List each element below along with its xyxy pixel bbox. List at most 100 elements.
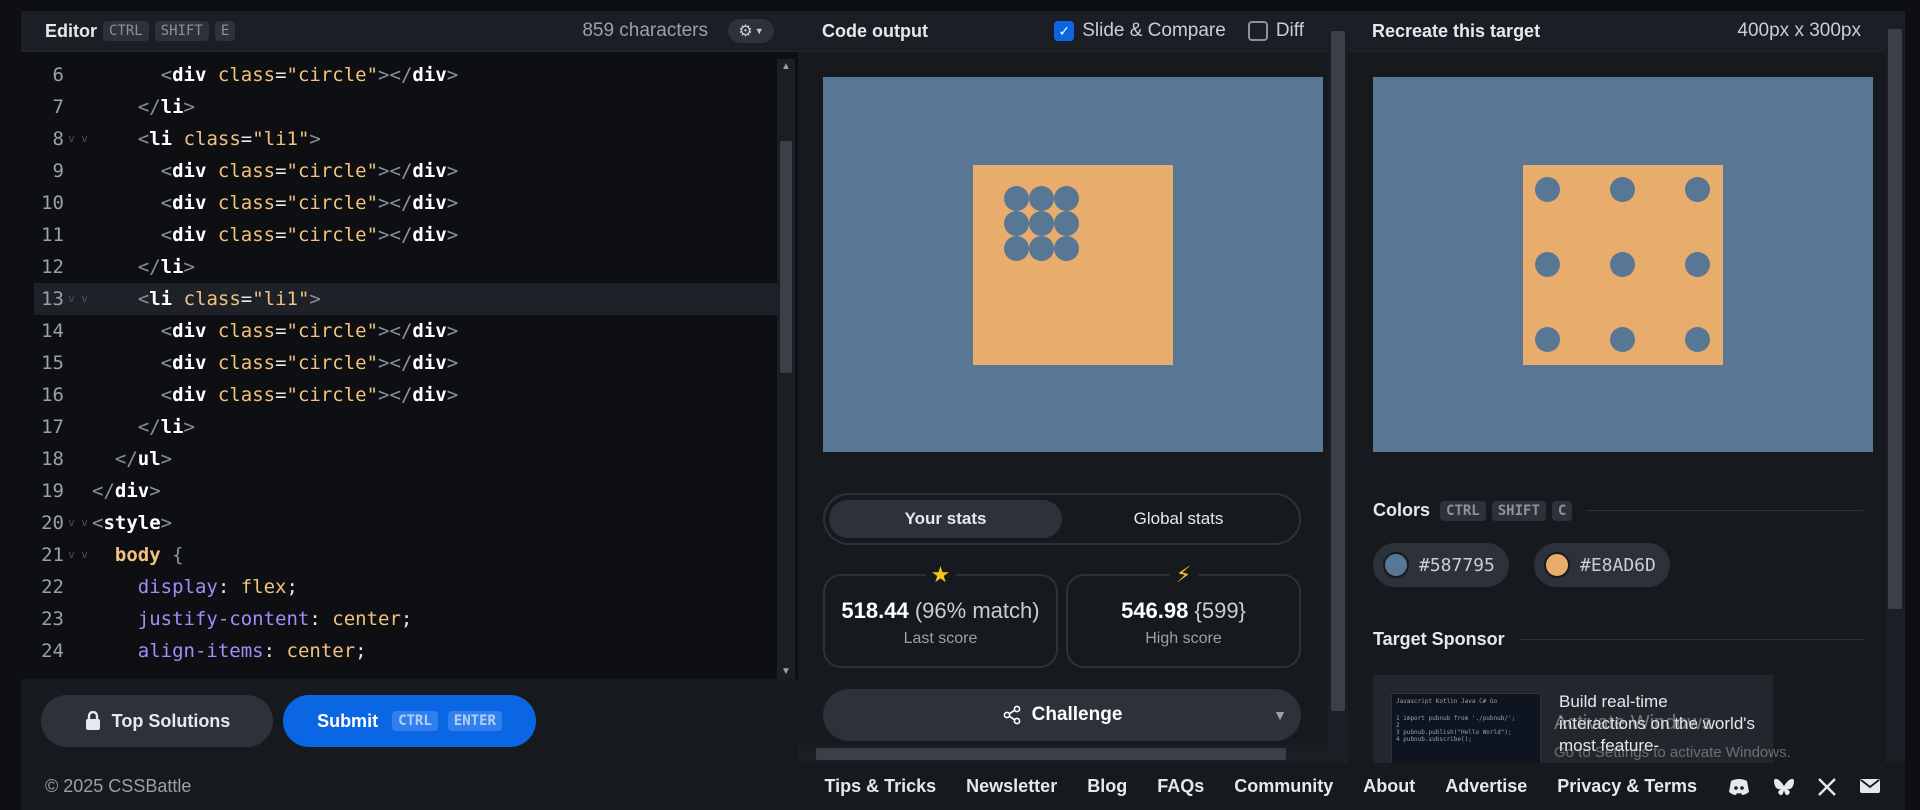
code-text: </div> [92, 480, 161, 502]
tab-your-stats[interactable]: Your stats [829, 500, 1062, 538]
code-line[interactable]: 14 <div class="circle"></div> [34, 315, 789, 347]
footer-link-advertise[interactable]: Advertise [1445, 776, 1527, 797]
code-text: <div class="circle"></div> [160, 192, 459, 214]
circle [1535, 177, 1560, 202]
target-header: Recreate this target 400px x 300px [1348, 11, 1885, 52]
footer-link-privacy[interactable]: Privacy & Terms [1557, 776, 1697, 797]
line-number: 8 [52, 128, 64, 150]
footer-link-newsletter[interactable]: Newsletter [966, 776, 1057, 797]
code-line[interactable]: 22 display: flex; [34, 571, 789, 603]
output-header: Code output ✓ Slide & Compare Diff [798, 11, 1328, 52]
chevron-down-icon[interactable]: ▼ [1273, 707, 1287, 723]
circle [1610, 252, 1635, 277]
scroll-down-icon[interactable]: ▼ [777, 666, 795, 677]
tab-global-stats[interactable]: Global stats [1062, 500, 1295, 538]
code-line[interactable]: 10 <div class="circle"></div> [34, 187, 789, 219]
footer-link-faqs[interactable]: FAQs [1157, 776, 1204, 797]
code-line[interactable]: 17 </li> [34, 411, 789, 443]
line-number: 7 [52, 96, 64, 118]
code-line[interactable]: 6 <div class="circle"></div> [34, 59, 789, 91]
settings-button[interactable]: ⚙ ▼ [728, 19, 774, 43]
character-count: 859 characters [582, 20, 708, 41]
fold-marker[interactable]: v v [64, 123, 92, 155]
line-number: 16 [41, 384, 64, 406]
fold-marker[interactable]: v v [64, 507, 92, 539]
target-panel: Recreate this target 400px x 300px Color… [1348, 11, 1905, 763]
code-line[interactable]: 8v v <li class="li1"> [34, 123, 789, 155]
footer-link-about[interactable]: About [1363, 776, 1415, 797]
sponsor-image-tabs: Javascript Kotlin Java C# Go [1396, 698, 1498, 705]
fold-marker[interactable]: v v [64, 283, 92, 315]
scroll-up-icon[interactable]: ▲ [777, 61, 795, 72]
color-swatch[interactable]: #E8AD6D [1534, 543, 1670, 587]
footer-link-community[interactable]: Community [1234, 776, 1333, 797]
footer-link-blog[interactable]: Blog [1087, 776, 1127, 797]
challenge-button[interactable]: Challenge ▼ [823, 689, 1301, 741]
x-icon[interactable] [1817, 777, 1837, 797]
line-number: 21 [41, 544, 64, 566]
scrollbar-thumb[interactable] [1888, 29, 1902, 609]
line-number: 13 [41, 288, 64, 310]
editor-header: Editor CTRL SHIFT E 859 characters ⚙ ▼ [21, 11, 798, 52]
shortcut-key: CTRL [103, 21, 149, 41]
colors-heading: Colors CTRL SHIFT C [1373, 500, 1863, 521]
circle [1610, 327, 1635, 352]
circle [1029, 186, 1054, 211]
code-line[interactable]: 19 </div> [34, 475, 789, 507]
mail-icon[interactable] [1859, 777, 1881, 795]
code-line[interactable]: 9 <div class="circle"></div> [34, 155, 789, 187]
diff-checkbox[interactable] [1247, 21, 1268, 41]
code-line[interactable]: 15 <div class="circle"></div> [34, 347, 789, 379]
scrollbar-thumb[interactable] [816, 748, 1286, 760]
code-line[interactable]: 12 </li> [34, 251, 789, 283]
target-scrollbar[interactable] [1885, 11, 1905, 763]
code-text: <div class="circle"></div> [160, 224, 459, 246]
color-hex: #587795 [1419, 554, 1495, 576]
scrollbar-thumb[interactable] [780, 141, 792, 373]
bluesky-icon[interactable] [1773, 777, 1795, 797]
code-output-canvas[interactable] [823, 77, 1323, 452]
code-line[interactable]: 7 </li> [34, 91, 789, 123]
circle [1610, 177, 1635, 202]
output-scrollbar-horizontal[interactable] [798, 745, 1328, 763]
submit-button[interactable]: Submit CTRL ENTER [283, 695, 536, 747]
code-line[interactable]: 23 justify-content: center; [34, 603, 789, 635]
activation-watermark-hint: Go to Settings to activate Windows. [1554, 744, 1791, 761]
code-line[interactable]: 24 align-items: center; [34, 635, 789, 667]
shortcut-key: E [214, 21, 236, 41]
editor-scrollbar[interactable]: ▲ ▼ [777, 59, 795, 679]
discord-icon[interactable] [1727, 777, 1751, 797]
top-solutions-button[interactable]: Top Solutions [41, 695, 273, 747]
divider [1518, 639, 1863, 640]
line-number: 23 [41, 608, 64, 630]
code-editor[interactable]: 6 <div class="circle"></div> 7 </li> 8 v v … [34, 59, 789, 679]
slide-compare-checkbox[interactable]: ✓ [1054, 21, 1075, 41]
code-text: </li> [137, 96, 195, 118]
last-score-label: Last score [903, 630, 978, 647]
code-line[interactable]: 21 v v body { [34, 539, 789, 571]
submit-label: Submit [317, 710, 379, 731]
line-number: 20 [41, 512, 64, 534]
gear-icon: ⚙ [738, 23, 753, 40]
high-score-label: High score [1145, 630, 1222, 647]
code-text: </li> [137, 416, 195, 438]
sponsor-heading: Target Sponsor [1373, 629, 1863, 650]
shortcut-key: CTRL [392, 711, 438, 731]
copyright: © 2025 CSSBattle [45, 776, 192, 796]
footer-link-tips[interactable]: Tips & Tricks [824, 776, 936, 797]
share-icon [1003, 705, 1020, 725]
circle [1685, 252, 1710, 277]
code-line[interactable]: 11 <div class="circle"></div> [34, 219, 789, 251]
color-hex: #E8AD6D [1580, 554, 1656, 576]
color-swatch[interactable]: #587795 [1373, 543, 1509, 587]
code-line[interactable]: 18 </ul> [34, 443, 789, 475]
code-line[interactable]: 16 <div class="circle"></div> [34, 379, 789, 411]
code-line[interactable]: 20 v v <style> [34, 507, 789, 539]
shortcut-key: C [1551, 500, 1573, 521]
circle [1685, 327, 1710, 352]
scrollbar-thumb[interactable] [1331, 31, 1345, 711]
output-scrollbar-vertical[interactable] [1328, 11, 1348, 763]
stats-toggle: Your stats Global stats [823, 493, 1301, 545]
fold-marker[interactable]: v v [64, 539, 92, 571]
code-line[interactable]: 13 v v <li class="li1"> [34, 283, 789, 315]
